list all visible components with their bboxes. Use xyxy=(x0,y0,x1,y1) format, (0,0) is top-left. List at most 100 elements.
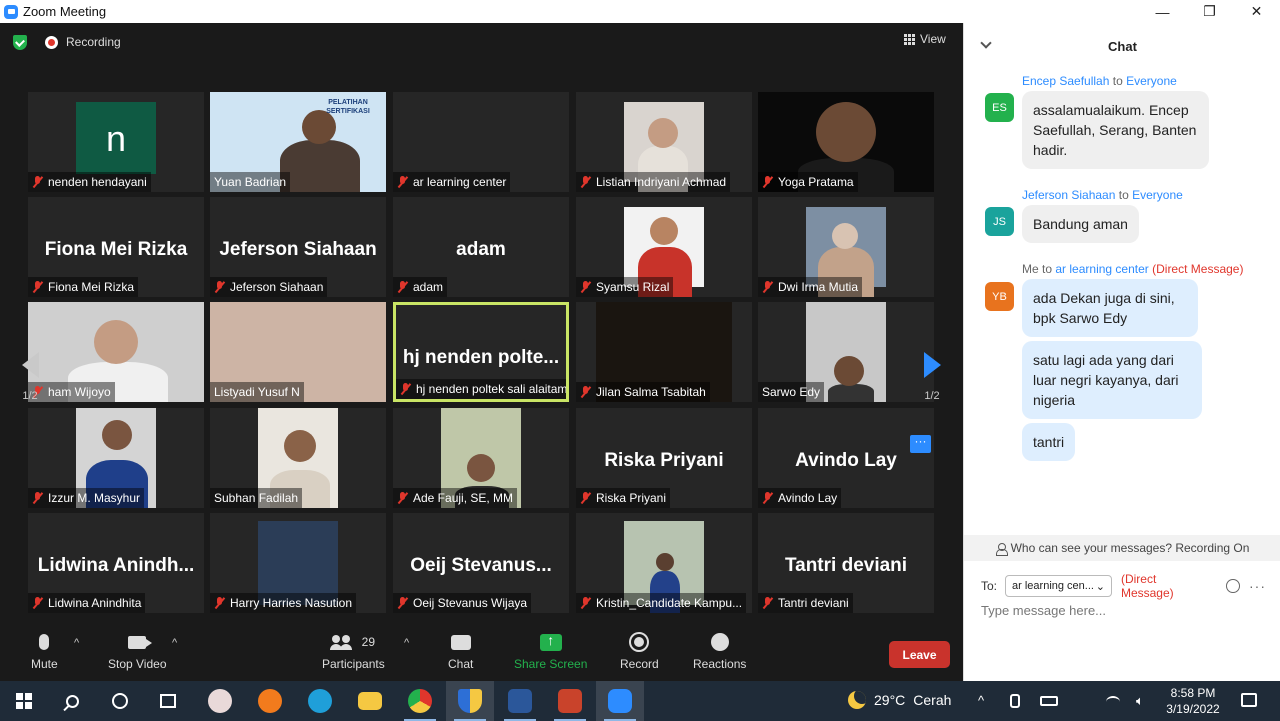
participant-tile[interactable]: Ade Fauji, SE, MM xyxy=(393,408,569,508)
person-head xyxy=(94,320,138,364)
wifi-icon[interactable] xyxy=(1106,696,1120,708)
message-input[interactable] xyxy=(981,603,1266,618)
participant-tile[interactable]: Subhan Fadilah xyxy=(210,408,386,508)
meet-now-icon[interactable] xyxy=(1010,694,1020,708)
mute-button[interactable]: Mute xyxy=(31,627,58,671)
participant-tile[interactable]: Jeferson Siahaan Jeferson Siahaan xyxy=(210,197,386,297)
view-button[interactable]: View xyxy=(904,32,946,46)
meeting-topbar: Recording View xyxy=(0,23,963,61)
weather-widget[interactable]: 29°C Cerah xyxy=(848,691,951,709)
taskbar-app[interactable] xyxy=(346,681,394,721)
recipient-name[interactable]: Everyone xyxy=(1132,188,1183,202)
battery-icon[interactable] xyxy=(1040,696,1058,706)
next-page-button[interactable]: 1/2 xyxy=(912,329,952,425)
visibility-notice[interactable]: Who can see your messages? Recording On xyxy=(964,535,1280,561)
taskbar-app[interactable] xyxy=(546,681,594,721)
encryption-shield-icon[interactable] xyxy=(13,35,27,50)
more-options-icon[interactable]: ··· xyxy=(1249,578,1266,594)
tile-more-button[interactable]: ··· xyxy=(910,435,931,453)
recipient-name[interactable]: Everyone xyxy=(1126,74,1177,88)
recipient-name[interactable]: ar learning center xyxy=(1055,262,1148,276)
participant-tile[interactable]: hj nenden polte... hj nenden poltek sali … xyxy=(393,302,569,402)
taskbar-app[interactable] xyxy=(196,681,244,721)
view-label: View xyxy=(920,32,946,46)
participants-button[interactable]: 29 Participants xyxy=(322,627,385,671)
participant-tile[interactable]: adam adam xyxy=(393,197,569,297)
participant-tile[interactable]: Syamsu Rizal xyxy=(576,197,752,297)
visibility-note: Who can see your messages? Recording On xyxy=(1010,541,1250,555)
taskbar-app[interactable] xyxy=(496,681,544,721)
emoji-icon[interactable] xyxy=(1226,579,1240,593)
share-screen-button[interactable]: Share Screen xyxy=(514,627,587,672)
video-options-caret[interactable]: ^ xyxy=(172,637,177,649)
grid-view-icon xyxy=(904,33,915,45)
recipient-select[interactable]: ar learning cen... ⌄ xyxy=(1005,575,1112,597)
taskbar-app[interactable] xyxy=(446,681,494,721)
prev-page-button[interactable]: 1/2 xyxy=(10,329,50,425)
participant-name: Tantri deviani xyxy=(778,596,849,610)
minimize-button[interactable]: — xyxy=(1139,0,1186,23)
system-clock[interactable]: 8:58 PM 3/19/2022 xyxy=(1163,685,1223,717)
taskbar-app[interactable] xyxy=(246,681,294,721)
participant-name: Subhan Fadilah xyxy=(214,491,299,505)
mic-muted-icon xyxy=(397,281,408,293)
participant-tile[interactable]: Avindo Lay Avindo Lay xyxy=(758,408,934,508)
microphone-icon xyxy=(39,634,50,650)
sender-name[interactable]: Jeferson Siahaan xyxy=(1022,188,1115,202)
start-button[interactable] xyxy=(0,681,48,721)
participant-tile[interactable]: Lidwina Anindh... Lidwina Anindhita xyxy=(28,513,204,613)
window-title: Zoom Meeting xyxy=(23,4,107,19)
reactions-button[interactable]: Reactions xyxy=(693,627,746,671)
task-view-button[interactable] xyxy=(144,681,192,721)
mic-muted-icon xyxy=(397,492,408,504)
taskbar-app[interactable] xyxy=(596,681,644,721)
taskbar-app[interactable] xyxy=(396,681,444,721)
chevron-down-icon: ⌄ xyxy=(1095,580,1105,593)
taskbar-app[interactable] xyxy=(296,681,344,721)
participant-tile[interactable]: Sarwo Edy xyxy=(758,302,934,402)
stop-video-button[interactable]: Stop Video xyxy=(108,627,167,671)
participant-tile[interactable]: Riska Priyani Riska Priyani xyxy=(576,408,752,508)
chat-button[interactable]: Chat xyxy=(448,627,473,671)
participant-tile[interactable]: Tantri deviani Tantri deviani xyxy=(758,513,934,613)
cortana-button[interactable] xyxy=(96,681,144,721)
participants-options-caret[interactable]: ^ xyxy=(404,637,409,649)
person-head xyxy=(816,102,876,162)
participant-tile[interactable]: Dwi Irma Mutia xyxy=(758,197,934,297)
participant-tile[interactable]: Listian Indriyani Achmad xyxy=(576,92,752,192)
participant-tile[interactable]: ham Wijoyo xyxy=(28,302,204,402)
participant-tile[interactable]: Izzur M. Masyhur xyxy=(28,408,204,508)
participant-display-name: Oeij Stevanus... xyxy=(410,555,552,576)
participants-icon xyxy=(329,634,354,650)
participant-tile[interactable]: Listyadi Yusuf N xyxy=(210,302,386,402)
participant-tile[interactable]: Harry Harries Nasution xyxy=(210,513,386,613)
show-hidden-icons[interactable]: ^ xyxy=(978,693,984,708)
leave-button[interactable]: Leave xyxy=(889,641,950,668)
meeting-area: Recording View n nenden hendayani PELATIHA… xyxy=(0,23,963,681)
participant-tile[interactable]: Fiona Mei Rizka Fiona Mei Rizka xyxy=(28,197,204,297)
participant-name: ham Wijoyo xyxy=(48,385,111,399)
message-bubble: ada Dekan juga di sini, bpk Sarwo Edy xyxy=(1022,279,1198,337)
participant-tile[interactable]: PELATIHAN SERTIFIKASI Yuan Badrian xyxy=(210,92,386,192)
search-button[interactable] xyxy=(48,681,96,721)
arrow-left-icon xyxy=(21,352,39,378)
sender-name[interactable]: Encep Saefullah xyxy=(1022,74,1109,88)
word-icon xyxy=(508,689,532,713)
volume-icon[interactable]: 🔈︎ xyxy=(1136,693,1144,709)
participant-name-label: Subhan Fadilah xyxy=(210,488,303,508)
participant-tile[interactable]: Jilan Salma Tsabitah xyxy=(576,302,752,402)
close-button[interactable]: ✕ xyxy=(1233,0,1280,23)
audio-options-caret[interactable]: ^ xyxy=(74,637,79,649)
participant-tile[interactable]: n nenden hendayani xyxy=(28,92,204,192)
record-button[interactable]: Record xyxy=(620,627,659,671)
participant-name: Jeferson Siahaan xyxy=(230,280,324,294)
participant-tile[interactable]: ar learning center xyxy=(393,92,569,192)
participant-tile[interactable]: Kristin_Candidate Kampu... xyxy=(576,513,752,613)
person-head xyxy=(648,118,678,148)
restore-button[interactable]: ❐ xyxy=(1186,0,1233,23)
participant-display-name: n xyxy=(105,118,127,159)
participant-tile[interactable]: Oeij Stevanus... Oeij Stevanus Wijaya xyxy=(393,513,569,613)
notification-icon[interactable] xyxy=(1241,693,1257,707)
participant-tile[interactable]: Yoga Pratama xyxy=(758,92,934,192)
mic-muted-icon xyxy=(762,176,773,188)
